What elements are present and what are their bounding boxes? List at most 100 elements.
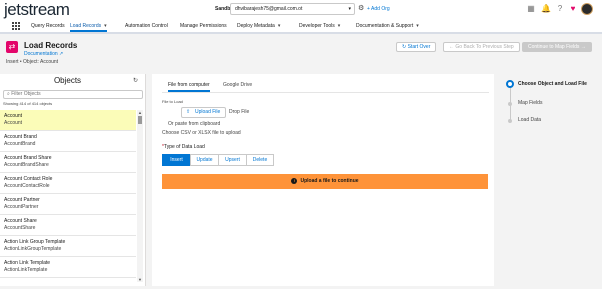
object-api-name: Account — [4, 120, 23, 126]
list-item[interactable]: Account Brand Share AccountBrandShare — [0, 152, 136, 173]
org-email: dhvibarajesh75@gmail.com.ot — [235, 6, 303, 12]
chevron-down-icon: ▾ — [337, 23, 341, 29]
object-label: Action Link Template — [4, 260, 51, 266]
list-item[interactable]: Account Share AccountShare — [0, 215, 136, 236]
step-indicator — [508, 102, 512, 106]
step-load-data: Load Data — [518, 117, 542, 123]
nav-item-deploy-metadata[interactable]: Deploy Metadata ▾ — [237, 20, 280, 32]
load-type-delete[interactable]: Delete — [246, 154, 274, 166]
upload-file-button[interactable]: ⇧ Upload File — [181, 107, 227, 118]
tab-file-from-computer[interactable]: File from computer — [168, 80, 210, 92]
objects-count: Showing 414 of 414 objects — [3, 101, 53, 106]
object-label: Action Link Group Template — [4, 239, 66, 245]
chevron-down-icon: ▾ — [416, 23, 419, 29]
chevron-down-icon: ▾ — [277, 23, 281, 29]
step-choose-object: Choose Object and Load File — [518, 81, 587, 87]
refresh-icon[interactable]: ↻ — [133, 77, 138, 84]
nav-item-label: Documentation & Support — [356, 23, 414, 29]
object-api-name: AccountShare — [4, 225, 36, 231]
object-label: Account — [4, 113, 23, 119]
add-org-button[interactable]: + Add Org — [367, 5, 390, 13]
object-label: Account Contact Role — [4, 176, 53, 182]
avatar[interactable] — [581, 3, 593, 15]
tab-divider — [162, 92, 489, 93]
nav-item-documentation-support[interactable]: Documentation & Support ▾ — [356, 20, 419, 32]
nav-item-developer-tools[interactable]: Developer Tools ▾ — [299, 20, 340, 32]
object-api-name: AccountBrand — [4, 141, 36, 147]
gear-icon[interactable]: ⚙ — [358, 5, 364, 13]
objects-scrollbar[interactable]: ▲ ▼ — [137, 110, 143, 282]
list-item[interactable]: Account Brand AccountBrand — [0, 131, 136, 152]
nav-item-label: Deploy Metadata — [237, 23, 275, 29]
org-selector[interactable]: dhvibarajesh75@gmail.com.ot ▾ — [230, 3, 355, 15]
step-map-fields: Map Fields — [518, 100, 543, 106]
chevron-down-icon: ▾ — [104, 23, 107, 29]
nav-item-label: Manage Permissions — [180, 23, 227, 29]
load-file-panel: File from computer Google Drive File to … — [152, 74, 494, 286]
list-item[interactable]: Action Link Group Template ActionLinkGrou… — [0, 236, 136, 257]
scroll-thumb[interactable] — [138, 116, 142, 124]
nav-item-query-records[interactable]: Query Records — [31, 20, 65, 32]
object-api-name: ActionLinkGroupTemplate — [4, 246, 62, 252]
jetstream-logo[interactable]: jetstream — [4, 0, 70, 20]
load-type-insert[interactable]: Insert — [162, 154, 191, 166]
documentation-link[interactable]: Documentation ↗ — [24, 51, 63, 57]
nav-item-label: Load Records — [70, 23, 102, 29]
object-label: Account Partner — [4, 197, 40, 203]
type-of-data-load-label: *Type of Data Load — [162, 144, 205, 150]
nav-item-manage-permissions[interactable]: Manage Permissions — [180, 20, 227, 32]
upload-icon: ⇧ — [186, 109, 191, 115]
banner-text: Upload a file to continue — [300, 178, 359, 184]
start-over-label: Start Over — [407, 44, 431, 50]
calendar-icon[interactable]: ▦ — [526, 4, 536, 14]
go-back-button[interactable]: ← Go Back To Previous Step — [443, 42, 520, 52]
nav-item-label: Automation Control — [125, 23, 168, 29]
upload-required-banner: ! Upload a file to continue — [162, 174, 488, 189]
help-icon[interactable]: ? — [555, 4, 565, 14]
type-of-data-load-text: Type of Data Load — [163, 144, 205, 150]
list-item[interactable]: Account Partner AccountPartner — [0, 194, 136, 215]
list-item[interactable]: Account Account — [0, 110, 136, 131]
bell-icon[interactable]: 🔔 — [541, 4, 551, 14]
object-api-name: AccountPartner — [4, 204, 39, 210]
chevron-down-icon: ▾ — [348, 6, 351, 12]
top-header: jetstream Sandbox dhvibarajesh75@gmail.c… — [0, 0, 602, 20]
nav-item-label: Query Records — [31, 23, 65, 29]
step-current-indicator — [506, 80, 514, 88]
list-item[interactable]: Account Contact Role AccountContactRole — [0, 173, 136, 194]
filter-objects-input[interactable]: ⌕ Filter Objects — [3, 90, 143, 99]
object-label: Account Brand — [4, 134, 37, 140]
scroll-down-icon[interactable]: ▼ — [137, 277, 143, 282]
heart-icon[interactable]: ♥ — [568, 4, 578, 14]
breadcrumb: Insert • Object: Account — [6, 59, 59, 65]
list-item[interactable]: Action Link Template ActionLinkTemplate — [0, 257, 136, 278]
file-type-hint: Choose CSV or XLSX file to upload — [162, 130, 241, 136]
upload-file-label: Upload File — [195, 109, 221, 115]
scroll-up-icon[interactable]: ▲ — [137, 110, 143, 115]
drop-file-zone[interactable]: Drop File — [229, 109, 249, 115]
start-over-button[interactable]: ↻ Start Over — [396, 42, 437, 52]
filter-placeholder: Filter Objects — [11, 91, 41, 97]
nav-item-label: Developer Tools — [299, 23, 335, 29]
load-type-update[interactable]: Update — [190, 154, 219, 166]
page-header: ⇄ Load Records Documentation ↗ Insert • … — [4, 38, 598, 68]
grid-icon[interactable] — [12, 22, 20, 30]
nav-item-automation-control[interactable]: Automation Control — [125, 20, 168, 32]
continue-to-map-fields-button[interactable]: Continue to Map Fields → — [522, 42, 592, 52]
nav-bar: Query Records Load Records ▾ Automation C… — [0, 20, 602, 34]
nav-item-load-records[interactable]: Load Records ▾ — [70, 20, 107, 32]
tab-google-drive[interactable]: Google Drive — [223, 80, 252, 90]
app-root: jetstream Sandbox dhvibarajesh75@gmail.c… — [0, 0, 602, 289]
external-link-icon: ↗ — [59, 51, 64, 57]
objects-list: Account Account Account Brand AccountBrand… — [0, 110, 136, 278]
objects-title: Objects — [53, 76, 82, 85]
objects-panel: Objects ↻ ⌕ Filter Objects Showing 414 o… — [0, 74, 146, 286]
file-to-load-label: File to Load — [162, 99, 183, 104]
page-title: Load Records — [24, 41, 78, 50]
search-icon: ⌕ — [7, 91, 10, 97]
object-api-name: ActionLinkTemplate — [4, 267, 48, 273]
load-type-upsert[interactable]: Upsert — [218, 154, 247, 166]
paste-from-clipboard-link[interactable]: Or paste from clipboard — [168, 121, 220, 127]
progress-steps: Choose Object and Load File Map Fields L… — [500, 74, 602, 286]
object-api-name: AccountBrandShare — [4, 162, 49, 168]
